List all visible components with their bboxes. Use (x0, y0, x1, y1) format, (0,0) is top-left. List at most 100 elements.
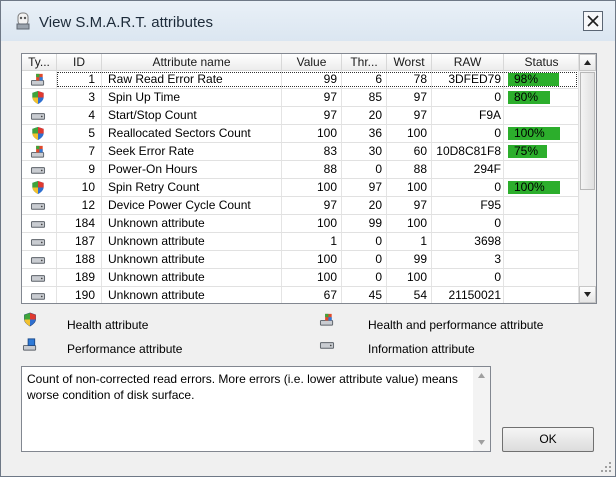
row-value: 88 (282, 161, 342, 178)
row-raw: 0 (432, 179, 504, 196)
col-header-value[interactable]: Value (282, 54, 342, 70)
row-value: 97 (282, 197, 342, 214)
row-threshold: 0 (342, 269, 387, 286)
disk-info-icon (30, 167, 46, 174)
col-header-attribute-name[interactable]: Attribute name (102, 54, 282, 70)
row-id: 3 (57, 89, 102, 106)
description-box[interactable]: Count of non-corrected read errors. More… (21, 366, 491, 452)
health-shield-icon (32, 126, 44, 141)
resize-grip-icon[interactable] (600, 461, 612, 473)
row-status (504, 197, 579, 214)
table-row[interactable]: 3 Spin Up Time 97 85 97 0 80% (22, 89, 579, 107)
table-row[interactable]: 189 Unknown attribute 100 0 100 0 (22, 269, 579, 287)
row-attribute-name: Spin Up Time (102, 89, 282, 106)
status-text: 80% (514, 90, 539, 104)
row-id: 189 (57, 269, 102, 286)
table-row[interactable]: 7 Seek Error Rate 83 30 60 10D8C81F8 75% (22, 143, 579, 161)
row-threshold: 0 (342, 233, 387, 250)
table-row[interactable]: 190 Unknown attribute 67 45 54 21150021 (22, 287, 579, 303)
row-type-cell (22, 107, 57, 124)
title-bar: View S.M.A.R.T. attributes (1, 1, 615, 41)
row-id: 7 (57, 143, 102, 160)
row-threshold: 30 (342, 143, 387, 160)
row-threshold: 20 (342, 197, 387, 214)
scroll-up-button[interactable] (579, 54, 596, 71)
row-id: 9 (57, 161, 102, 178)
row-value: 100 (282, 179, 342, 196)
row-threshold: 0 (342, 161, 387, 178)
arrow-down-icon (478, 440, 485, 445)
row-value: 67 (282, 287, 342, 303)
row-type-cell (22, 89, 57, 106)
row-attribute-name: Spin Retry Count (102, 179, 282, 196)
table-row[interactable]: 4 Start/Stop Count 97 20 97 F9A (22, 107, 579, 125)
row-raw: 3698 (432, 233, 504, 250)
row-raw: 0 (432, 215, 504, 232)
close-icon (587, 15, 599, 27)
col-header-id[interactable]: ID (57, 54, 102, 70)
row-threshold: 0 (342, 251, 387, 268)
description-scrollbar[interactable] (473, 367, 490, 451)
row-id: 187 (57, 233, 102, 250)
row-raw: 21150021 (432, 287, 504, 303)
col-header-type[interactable]: Ty... (22, 54, 57, 70)
table-row[interactable]: 1 Raw Read Error Rate 99 6 78 3DFED79 98% (22, 71, 579, 89)
row-attribute-name: Unknown attribute (102, 251, 282, 268)
row-worst: 1 (387, 233, 432, 250)
col-header-threshold[interactable]: Thr... (342, 54, 387, 70)
col-header-raw[interactable]: RAW (432, 54, 504, 70)
health-shield-icon (32, 90, 44, 105)
disk-info-icon (30, 275, 46, 282)
disk-info-icon (30, 257, 46, 264)
health-performance-icon (30, 73, 45, 86)
row-worst: 88 (387, 161, 432, 178)
col-header-worst[interactable]: Worst (387, 54, 432, 70)
row-raw: 0 (432, 125, 504, 142)
row-threshold: 36 (342, 125, 387, 142)
row-id: 184 (57, 215, 102, 232)
row-attribute-name: Unknown attribute (102, 269, 282, 286)
smart-dialog: View S.M.A.R.T. attributes Ty... ID Attr… (0, 0, 616, 477)
row-raw: 0 (432, 269, 504, 286)
row-raw: 0 (432, 89, 504, 106)
row-id: 1 (57, 71, 102, 88)
row-type-cell (22, 269, 57, 286)
row-value: 100 (282, 269, 342, 286)
row-value: 97 (282, 107, 342, 124)
status-text: 75% (514, 144, 539, 158)
table-row[interactable]: 188 Unknown attribute 100 0 99 3 (22, 251, 579, 269)
row-status: 100% (504, 125, 579, 142)
ok-button[interactable]: OK (502, 427, 594, 452)
table-scrollbar[interactable] (578, 54, 596, 303)
scroll-down-button[interactable] (579, 286, 596, 303)
row-status: 98% (504, 71, 579, 88)
table-row[interactable]: 5 Reallocated Sectors Count 100 36 100 0 100% (22, 125, 579, 143)
desc-scroll-down[interactable] (473, 434, 490, 451)
row-status: 80% (504, 89, 579, 106)
table-row[interactable]: 12 Device Power Cycle Count 97 20 97 F95 (22, 197, 579, 215)
health-shield-icon (32, 180, 44, 195)
row-type-cell (22, 143, 57, 160)
row-attribute-name: Unknown attribute (102, 287, 282, 303)
col-header-status[interactable]: Status (504, 54, 579, 70)
row-type-cell (22, 179, 57, 196)
disk-info-icon (30, 293, 46, 300)
arrow-down-icon (584, 292, 591, 297)
table-row[interactable]: 10 Spin Retry Count 100 97 100 0 100% (22, 179, 579, 197)
disk-info-icon (319, 342, 335, 349)
table-row[interactable]: 187 Unknown attribute 1 0 1 3698 (22, 233, 579, 251)
table-row[interactable]: 9 Power-On Hours 88 0 88 294F (22, 161, 579, 179)
row-id: 5 (57, 125, 102, 142)
row-type-cell (22, 125, 57, 142)
desc-scroll-up[interactable] (473, 367, 490, 384)
close-button[interactable] (583, 11, 603, 31)
row-type-cell (22, 161, 57, 178)
table-header: Ty... ID Attribute name Value Thr... Wor… (22, 54, 579, 71)
smart-attributes-table[interactable]: Ty... ID Attribute name Value Thr... Wor… (21, 53, 597, 304)
arrow-up-icon (478, 373, 485, 378)
status-text: 98% (514, 72, 539, 86)
scroll-thumb[interactable] (580, 72, 595, 190)
legend-health-performance-label: Health and performance attribute (368, 318, 544, 332)
table-row[interactable]: 184 Unknown attribute 100 99 100 0 (22, 215, 579, 233)
row-worst: 100 (387, 215, 432, 232)
